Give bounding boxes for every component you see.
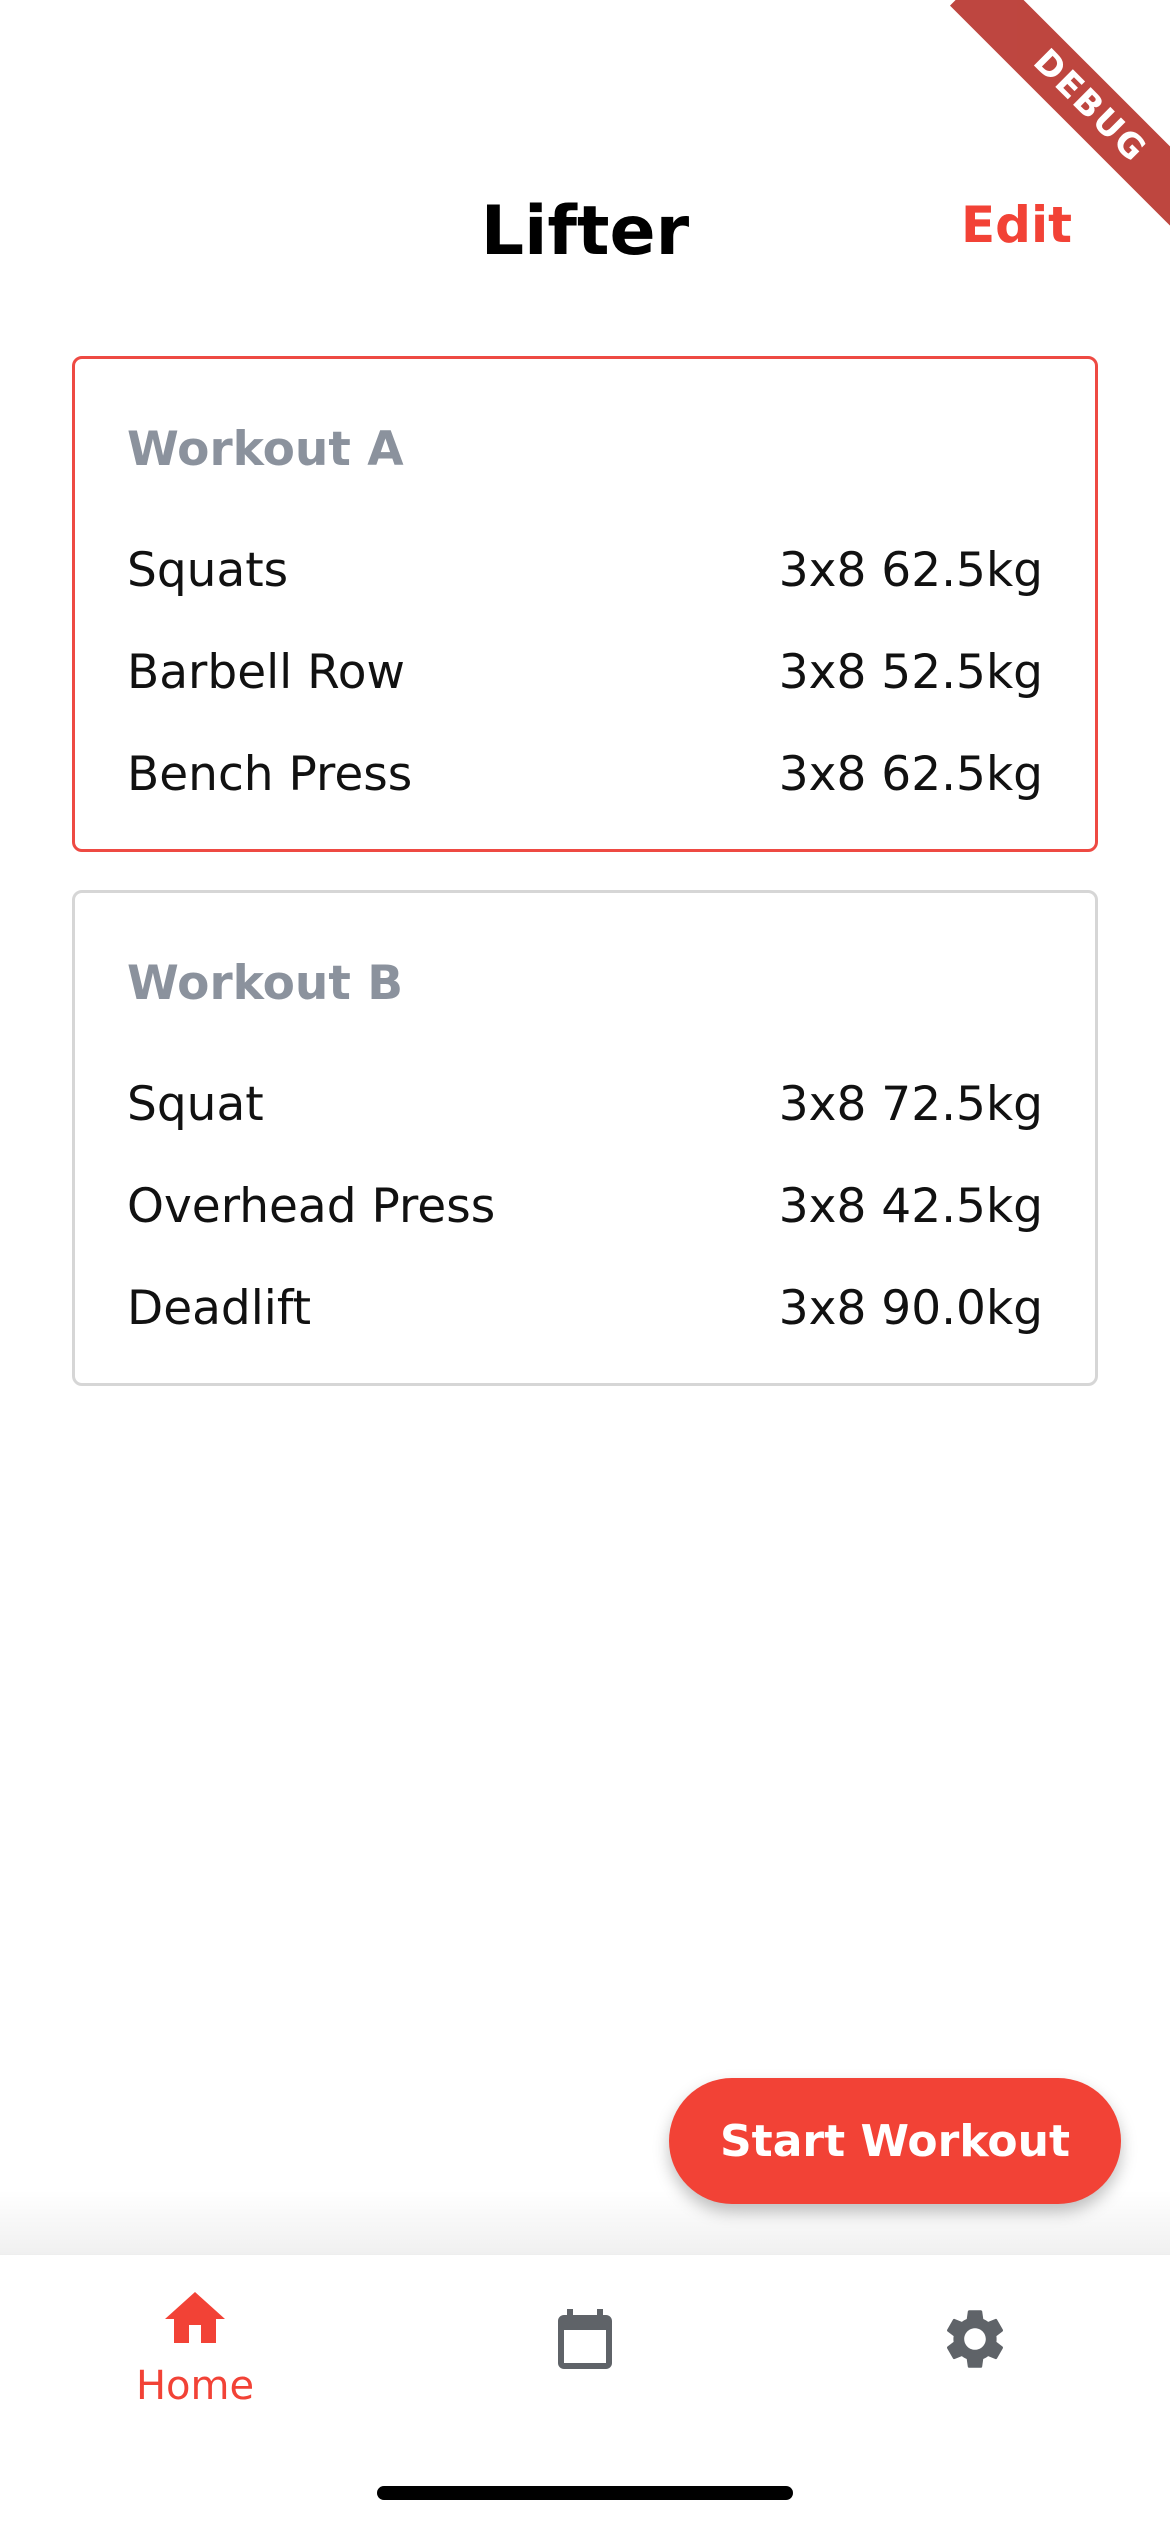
start-workout-button[interactable]: Start Workout <box>669 2078 1121 2204</box>
exercise-detail: 3x8 62.5kg <box>778 542 1043 598</box>
exercise-name: Bench Press <box>127 746 413 802</box>
exercise-detail: 3x8 42.5kg <box>778 1178 1043 1234</box>
exercise-row: Bench Press 3x8 62.5kg <box>127 723 1043 825</box>
workout-card-a[interactable]: Workout A Squats 3x8 62.5kg Barbell Row … <box>72 356 1098 852</box>
edit-button[interactable]: Edit <box>961 196 1072 254</box>
gear-icon <box>946 2310 1004 2368</box>
calendar-icon <box>558 2309 612 2369</box>
nav-label-home: Home <box>135 2363 255 2409</box>
exercise-row: Squats 3x8 62.5kg <box>127 519 1043 621</box>
nav-item-home[interactable]: Home <box>75 2283 315 2433</box>
exercise-row: Deadlift 3x8 90.0kg <box>127 1257 1043 1359</box>
workout-title: Workout B <box>127 956 404 1011</box>
exercise-detail: 3x8 90.0kg <box>778 1280 1043 1336</box>
exercise-name: Squat <box>127 1076 264 1132</box>
workout-title: Workout A <box>127 422 404 477</box>
exercise-row: Overhead Press 3x8 42.5kg <box>127 1155 1043 1257</box>
exercise-name: Overhead Press <box>127 1178 496 1234</box>
exercise-detail: 3x8 62.5kg <box>778 746 1043 802</box>
exercise-name: Barbell Row <box>127 644 405 700</box>
exercise-name: Deadlift <box>127 1280 312 1336</box>
workout-card-b[interactable]: Workout B Squat 3x8 72.5kg Overhead Pres… <box>72 890 1098 1386</box>
home-indicator <box>377 2486 793 2500</box>
home-icon <box>165 2292 225 2343</box>
exercise-detail: 3x8 72.5kg <box>778 1076 1043 1132</box>
nav-item-settings[interactable] <box>855 2283 1095 2433</box>
exercise-detail: 3x8 52.5kg <box>778 644 1043 700</box>
exercise-row: Squat 3x8 72.5kg <box>127 1053 1043 1155</box>
exercise-row: Barbell Row 3x8 52.5kg <box>127 621 1043 723</box>
nav-item-calendar[interactable] <box>465 2283 705 2433</box>
exercise-name: Squats <box>127 542 289 598</box>
